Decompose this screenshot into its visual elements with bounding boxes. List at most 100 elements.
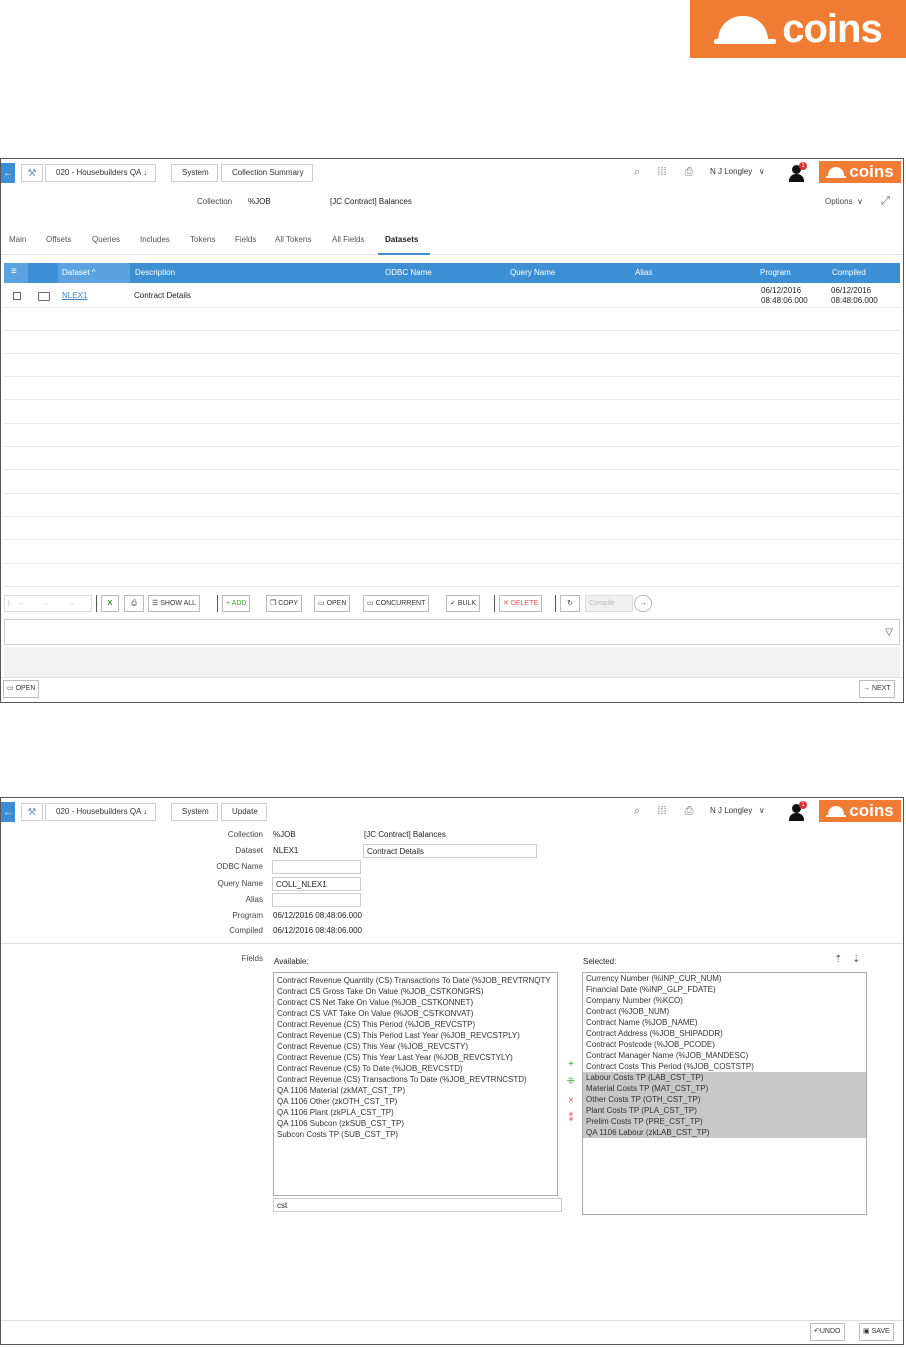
selected-field-item[interactable]: Contract Costs This Period (%JOB_COSTSTP… bbox=[583, 1061, 866, 1072]
query-name-field[interactable]: COLL_NLEX1 bbox=[272, 877, 361, 891]
selected-field-item[interactable]: Contract (%JOB_NUM) bbox=[583, 1006, 866, 1017]
available-field-item[interactable]: Contract Revenue (CS) To Date (%JOB_REVC… bbox=[274, 1063, 557, 1074]
tab-all-tokens[interactable]: All Tokens bbox=[275, 235, 311, 244]
back-arrow-icon[interactable]: ← bbox=[1, 802, 15, 822]
compile-go-icon[interactable]: → bbox=[634, 595, 652, 612]
refresh-icon[interactable]: ↻ bbox=[560, 595, 580, 612]
tab-offsets[interactable]: Offsets bbox=[46, 235, 71, 244]
add-field-icon[interactable]: + bbox=[566, 1059, 576, 1070]
add-all-fields-icon[interactable]: ⁜ bbox=[566, 1076, 576, 1087]
concurrent-button[interactable]: ▭ CONCURRENT bbox=[363, 595, 430, 612]
dataset-description-field[interactable]: Contract Details bbox=[363, 844, 537, 858]
selected-field-item[interactable]: Plant Costs TP (PLA_CST_TP) bbox=[583, 1105, 866, 1116]
compile-input[interactable]: Compile bbox=[585, 595, 633, 612]
show-all-button[interactable]: ☰ SHOW ALL bbox=[148, 595, 201, 612]
column-header-odbc-name[interactable]: ODBC Name bbox=[385, 268, 432, 277]
tab-fields[interactable]: Fields bbox=[235, 235, 256, 244]
save-button[interactable]: ▣ SAVE bbox=[859, 1323, 894, 1341]
user-menu[interactable]: N J Longley ∨ bbox=[710, 806, 765, 815]
selected-field-item[interactable]: Company Number (%KCO) bbox=[583, 995, 866, 1006]
row-checkbox[interactable] bbox=[13, 292, 21, 300]
selected-field-item[interactable]: QA 1106 Labour (zkLAB_CST_TP) bbox=[583, 1127, 866, 1138]
available-field-item[interactable]: QA 1106 Material (zkMAT_CST_TP) bbox=[274, 1085, 557, 1096]
available-field-item[interactable]: Contract Revenue (CS) This Period Last Y… bbox=[274, 1030, 557, 1041]
available-field-item[interactable]: Contract Revenue Quantity (CS) Transacti… bbox=[274, 975, 557, 986]
tab-includes[interactable]: Includes bbox=[140, 235, 170, 244]
print-icon[interactable]: ⎙ bbox=[682, 165, 696, 179]
selected-field-item[interactable]: Labour Costs TP (LAB_CST_TP) bbox=[583, 1072, 866, 1083]
undo-button[interactable]: ↶UNDO bbox=[810, 1323, 845, 1341]
remove-field-icon[interactable]: × bbox=[566, 1095, 576, 1106]
breadcrumb-company[interactable]: 020 - Housebuilders QA ↓ bbox=[45, 803, 157, 821]
alias-field[interactable] bbox=[272, 893, 361, 907]
apps-grid-icon[interactable]: ⁞⁞⁞ bbox=[655, 804, 669, 818]
delete-button[interactable]: ✕ DELETE bbox=[499, 595, 543, 612]
footer-open-button[interactable]: ▭ OPEN bbox=[3, 680, 40, 698]
apps-grid-icon[interactable]: ⁞⁞⁞ bbox=[655, 165, 669, 179]
selected-field-item[interactable]: Contract Manager Name (%JOB_MANDESC) bbox=[583, 1050, 866, 1061]
available-field-item[interactable]: QA 1106 Other (zkOTH_CST_TP) bbox=[274, 1096, 557, 1107]
column-header-compiled[interactable]: Compiled bbox=[832, 268, 866, 277]
available-field-item[interactable]: Contract Revenue (CS) This Period (%JOB_… bbox=[274, 1019, 557, 1030]
copy-button[interactable]: ❐ COPY bbox=[266, 595, 303, 612]
user-menu[interactable]: N J Longley ∨ bbox=[710, 167, 765, 176]
wrench-icon[interactable]: ⚒ bbox=[21, 164, 43, 182]
available-search-field[interactable]: cst bbox=[273, 1198, 562, 1212]
wrench-icon[interactable]: ⚒ bbox=[21, 803, 43, 821]
column-header-description[interactable]: Description bbox=[135, 268, 175, 277]
selected-field-item[interactable]: Contract Name (%JOB_NAME) bbox=[583, 1017, 866, 1028]
available-field-item[interactable]: Contract CS Gross Take On Value (%JOB_CS… bbox=[274, 986, 557, 997]
odbc-name-field[interactable] bbox=[272, 860, 361, 874]
expand-icon[interactable]: ⤢ bbox=[881, 195, 890, 208]
move-down-icon[interactable]: ⇣ bbox=[852, 954, 860, 965]
available-field-item[interactable]: Contract CS Net Take On Value (%JOB_CSTK… bbox=[274, 997, 557, 1008]
selected-field-item[interactable]: Other Costs TP (OTH_CST_TP) bbox=[583, 1094, 866, 1105]
breadcrumb-system[interactable]: System bbox=[171, 803, 218, 821]
column-header-query-name[interactable]: Query Name bbox=[510, 268, 555, 277]
dataset-link[interactable]: NLEX1 bbox=[62, 291, 87, 300]
available-field-item[interactable]: QA 1106 Subcon (zkSUB_CST_TP) bbox=[274, 1118, 557, 1129]
available-field-item[interactable]: Subcon Costs TP (SUB_CST_TP) bbox=[274, 1129, 557, 1140]
available-field-item[interactable]: QA 1106 Plant (zkPLA_CST_TP) bbox=[274, 1107, 557, 1118]
bulk-button[interactable]: ✓ BULK bbox=[446, 595, 481, 612]
tab-all-fields[interactable]: All Fields bbox=[332, 235, 364, 244]
available-field-item[interactable]: Contract CS VAT Take On Value (%JOB_CSTK… bbox=[274, 1008, 557, 1019]
move-up-icon[interactable]: ⇡ bbox=[834, 954, 842, 965]
breadcrumb-system[interactable]: System bbox=[171, 164, 218, 182]
selected-field-item[interactable]: Prelim Costs TP (PRE_CST_TP) bbox=[583, 1116, 866, 1127]
filter-icon[interactable]: ▽ bbox=[885, 627, 893, 638]
grid-menu-icon[interactable]: ≡ bbox=[4, 263, 28, 283]
breadcrumb-page[interactable]: Collection Summary bbox=[221, 164, 313, 182]
search-icon[interactable]: ⌕ bbox=[630, 165, 644, 179]
print-icon[interactable]: ⎙ bbox=[682, 804, 696, 818]
add-button[interactable]: + ADD bbox=[222, 595, 251, 612]
column-header-dataset[interactable]: Dataset ^ bbox=[62, 268, 96, 277]
remove-all-fields-icon[interactable]: ⁑ bbox=[566, 1113, 576, 1124]
selected-field-item[interactable]: Currency Number (%INP_CUR_NUM) bbox=[583, 973, 866, 984]
column-header-program[interactable]: Program bbox=[760, 268, 791, 277]
selected-field-item[interactable]: Contract Postcode (%JOB_PCODE) bbox=[583, 1039, 866, 1050]
selected-fields-list[interactable]: Currency Number (%INP_CUR_NUM) Financial … bbox=[582, 972, 867, 1215]
available-field-item[interactable]: Contract Revenue (CS) This Year (%JOB_RE… bbox=[274, 1041, 557, 1052]
tab-queries[interactable]: Queries bbox=[92, 235, 120, 244]
filter-input[interactable]: ▽ bbox=[4, 619, 900, 645]
open-button[interactable]: ▭ OPEN bbox=[314, 595, 351, 612]
tab-tokens[interactable]: Tokens bbox=[190, 235, 215, 244]
column-header-alias[interactable]: Alias bbox=[635, 268, 652, 277]
tab-main[interactable]: Main bbox=[9, 235, 26, 244]
available-field-item[interactable]: Contract Revenue (CS) This Year Last Yea… bbox=[274, 1052, 557, 1063]
user-avatar-icon[interactable]: 1 bbox=[788, 162, 807, 183]
folder-icon[interactable] bbox=[38, 292, 50, 301]
available-fields-list[interactable]: Contract Revenue Quantity (CS) Transacti… bbox=[273, 972, 558, 1196]
footer-next-button[interactable]: → NEXT bbox=[859, 680, 895, 698]
pagination-controls[interactable]: |← ← → →| bbox=[4, 595, 109, 612]
tab-datasets[interactable]: Datasets bbox=[385, 235, 418, 244]
selected-field-item[interactable]: Contract Address (%JOB_SHIPADDR) bbox=[583, 1028, 866, 1039]
back-arrow-icon[interactable]: ← bbox=[1, 163, 15, 183]
table-row[interactable]: NLEX1 Contract Details 06/12/2016 08:48:… bbox=[4, 283, 900, 308]
available-field-item[interactable]: Contract Revenue (CS) Transactions To Da… bbox=[274, 1074, 557, 1085]
breadcrumb-company[interactable]: 020 - Housebuilders QA ↓ bbox=[45, 164, 157, 182]
selected-field-item[interactable]: Material Costs TP (MAT_CST_TP) bbox=[583, 1083, 866, 1094]
search-icon[interactable]: ⌕ bbox=[630, 804, 644, 818]
selected-field-item[interactable]: Financial Date (%INP_GLP_FDATE) bbox=[583, 984, 866, 995]
